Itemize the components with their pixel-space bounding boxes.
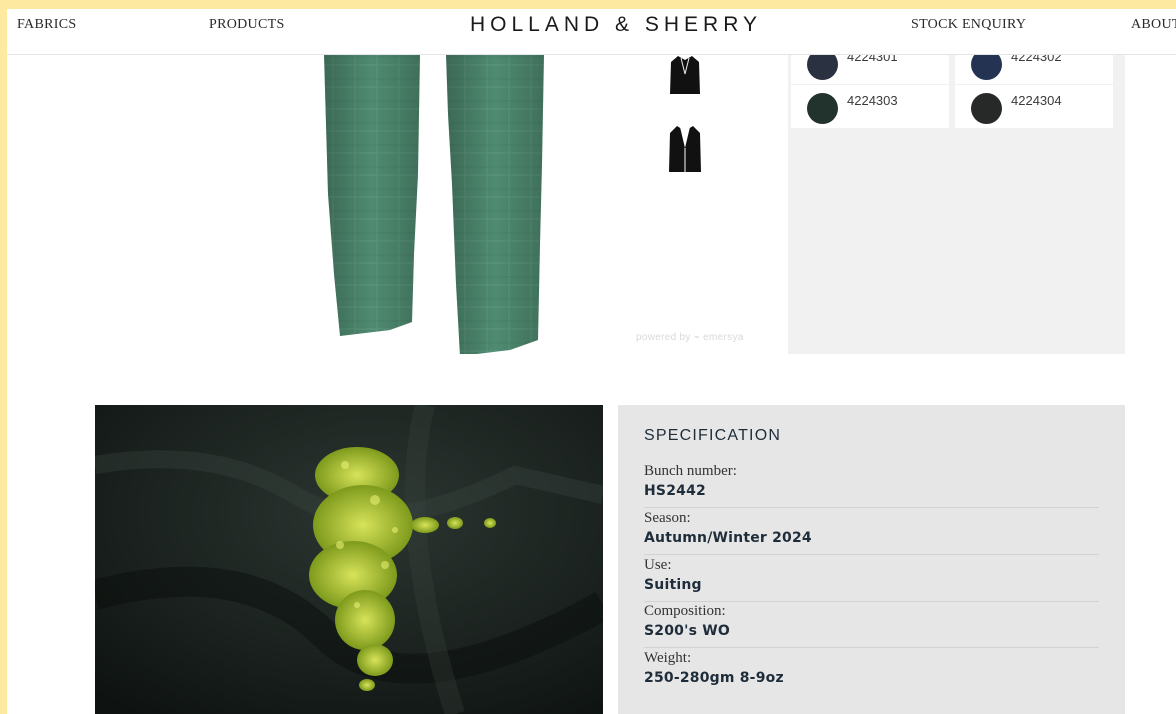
colourway-code: 4224303: [847, 93, 898, 108]
spec-label: Use:: [644, 557, 672, 573]
spec-row-weight: Weight: 250-280gm 8-9oz: [644, 648, 1099, 694]
spec-value: HS2442: [644, 483, 706, 499]
spec-row-use: Use: Suiting: [644, 555, 1099, 602]
spec-row-season: Season: Autumn/Winter 2024: [644, 508, 1099, 555]
spec-value: Suiting: [644, 577, 702, 593]
swatch-color-dot: [807, 93, 838, 124]
nav-fabrics[interactable]: FABRICS: [17, 17, 76, 33]
nav-products[interactable]: PRODUCTS: [209, 17, 285, 33]
colourway-code: 4224304: [1011, 93, 1062, 108]
nav-stock-enquiry[interactable]: STOCK ENQUIRY: [911, 17, 1026, 33]
product-3d-viewer[interactable]: [300, 54, 770, 356]
swatch-color-dot: [971, 93, 1002, 124]
colourway-option[interactable]: 4224304: [955, 85, 1113, 128]
colourway-panel: 4224301 4224302 4224303 4224304: [788, 41, 1125, 354]
page-frame-top: [0, 0, 1176, 9]
spec-value: S200's WO: [644, 623, 730, 639]
page-frame-left: [0, 0, 7, 714]
spec-label: Bunch number:: [644, 463, 737, 479]
jacket-open-icon[interactable]: [668, 124, 702, 179]
fabric-lifestyle-photo: [95, 405, 603, 714]
nav-about[interactable]: ABOUT: [1131, 17, 1176, 33]
colourway-option[interactable]: 4224303: [791, 85, 949, 128]
brand-logo[interactable]: HOLLAND & SHERRY: [470, 13, 762, 37]
powered-by-label: powered by ⌁ emersya: [636, 332, 744, 343]
specification-panel: SPECIFICATION Bunch number: HS2442 Seaso…: [618, 405, 1125, 714]
spec-value: Autumn/Winter 2024: [644, 530, 812, 546]
jacket-front-icon[interactable]: [668, 54, 702, 103]
spec-row-bunch-number: Bunch number: HS2442: [644, 461, 1099, 508]
specification-title: SPECIFICATION: [644, 427, 782, 444]
spec-value: 250-280gm 8-9oz: [644, 670, 784, 686]
site-header: FABRICS PRODUCTS HOLLAND & SHERRY STOCK …: [7, 9, 1176, 55]
spec-label: Composition:: [644, 603, 726, 619]
spec-row-composition: Composition: S200's WO: [644, 601, 1099, 648]
spec-label: Weight:: [644, 650, 692, 666]
spec-label: Season:: [644, 510, 691, 526]
